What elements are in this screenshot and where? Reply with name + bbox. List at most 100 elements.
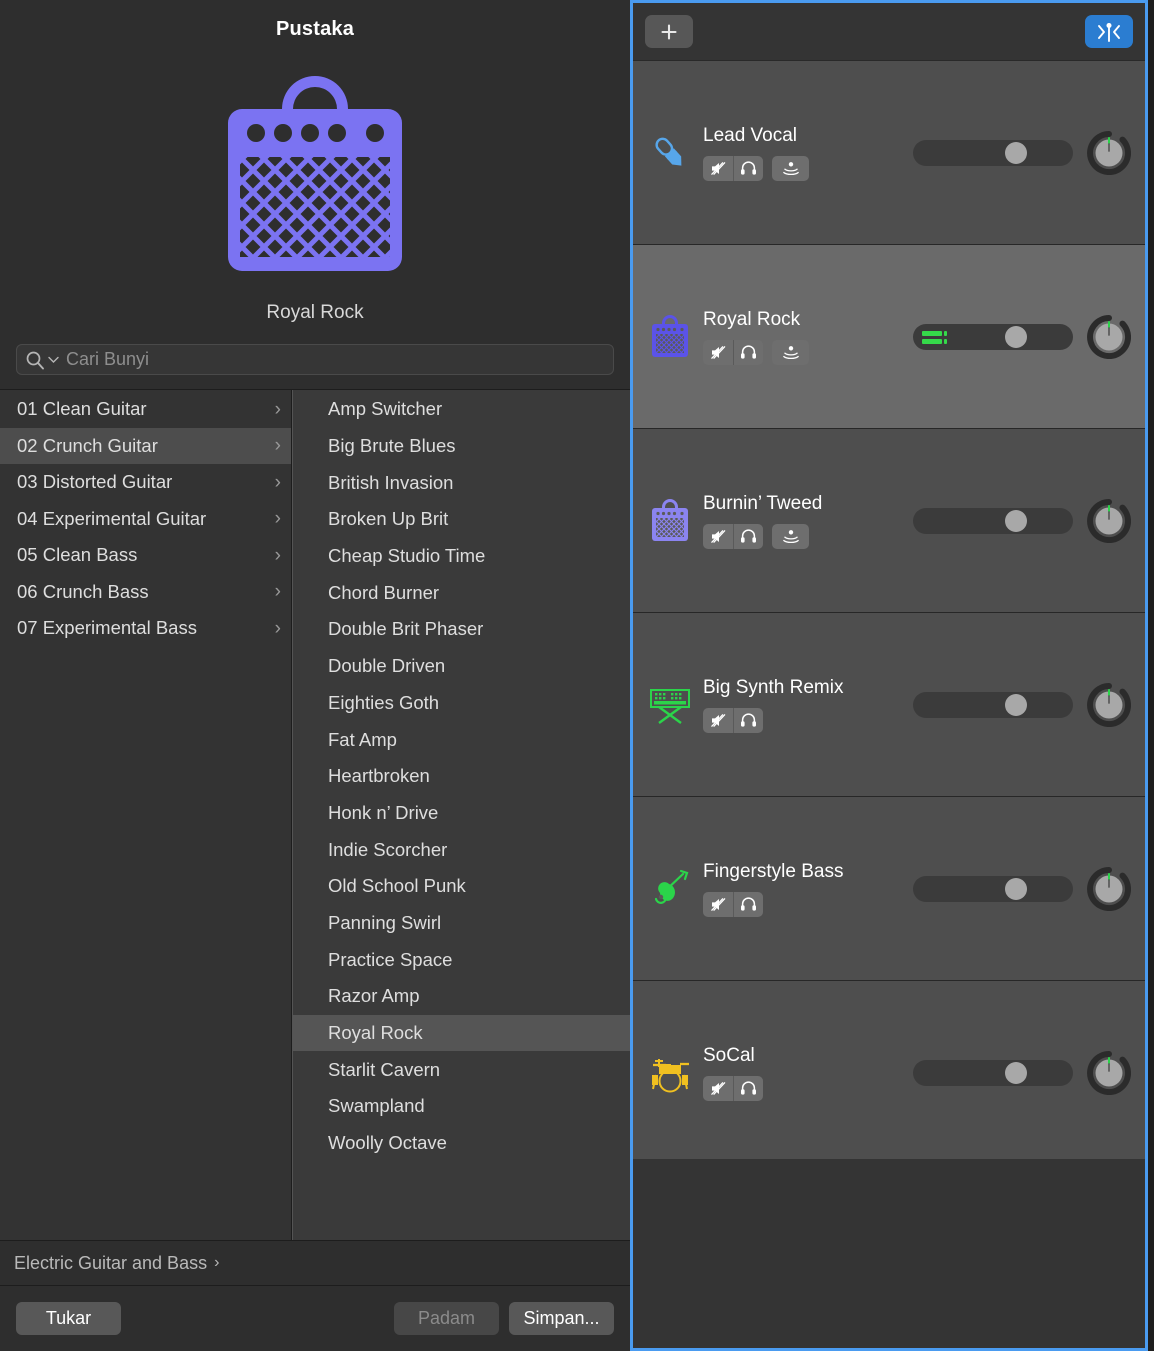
level-meter-row (922, 331, 947, 336)
merge-tracks-button[interactable] (1085, 15, 1133, 48)
track-row[interactable]: Big Synth Remix (633, 613, 1145, 797)
preset-row[interactable]: Big Brute Blues (293, 428, 630, 465)
chevron-down-icon[interactable] (48, 351, 59, 369)
pan-knob[interactable] (1087, 1051, 1131, 1095)
preset-row[interactable]: Double Driven (293, 648, 630, 685)
preset-row[interactable]: Eighties Goth (293, 685, 630, 722)
level-meter (922, 331, 947, 344)
volume-slider[interactable] (913, 508, 1073, 534)
search-icon[interactable] (25, 350, 45, 370)
volume-slider[interactable] (913, 140, 1073, 166)
breadcrumb-label[interactable]: Electric Guitar and Bass (14, 1253, 207, 1274)
swap-button[interactable]: Tukar (16, 1302, 121, 1335)
search-input[interactable] (62, 349, 605, 370)
category-row[interactable]: 06 Crunch Bass› (0, 574, 291, 611)
volume-slider[interactable] (913, 692, 1073, 718)
preset-row[interactable]: Honk n’ Drive (293, 795, 630, 832)
solo-button[interactable] (733, 340, 763, 365)
add-track-button[interactable] (645, 15, 693, 48)
preset-row[interactable]: Double Brit Phaser (293, 611, 630, 648)
chevron-right-icon[interactable]: › (275, 509, 281, 528)
pan-knob[interactable] (1087, 499, 1131, 543)
volume-slider-thumb[interactable] (1005, 694, 1027, 716)
track-row[interactable]: Burnin’ Tweed (633, 429, 1145, 613)
volume-slider-thumb[interactable] (1005, 142, 1027, 164)
category-row[interactable]: 07 Experimental Bass› (0, 610, 291, 647)
mute-button[interactable] (703, 524, 733, 549)
input-monitor-button[interactable] (772, 156, 809, 181)
preset-label: Double Driven (328, 655, 445, 677)
track-row[interactable]: Lead Vocal (633, 61, 1145, 245)
level-meter-bar (922, 339, 942, 344)
track-row[interactable]: SoCal (633, 981, 1145, 1159)
preset-row[interactable]: Indie Scorcher (293, 831, 630, 868)
volume-slider-thumb[interactable] (1005, 1062, 1027, 1084)
category-row[interactable]: 03 Distorted Guitar› (0, 464, 291, 501)
preset-row[interactable]: Amp Switcher (293, 391, 630, 428)
chevron-right-icon[interactable]: › (275, 546, 281, 565)
breadcrumb[interactable]: Electric Guitar and Bass › (0, 1241, 630, 1286)
pan-knob[interactable] (1087, 683, 1131, 727)
track-name: Burnin’ Tweed (703, 493, 911, 515)
preset-row[interactable]: Chord Burner (293, 574, 630, 611)
track-name: Lead Vocal (703, 125, 911, 147)
track-button-group (703, 1076, 911, 1101)
chevron-right-icon[interactable]: › (275, 473, 281, 492)
pan-knob[interactable] (1087, 315, 1131, 359)
input-monitor-button[interactable] (772, 340, 809, 365)
mute-button[interactable] (703, 1076, 733, 1101)
category-row[interactable]: 02 Crunch Guitar› (0, 428, 291, 465)
pan-knob[interactable] (1087, 131, 1131, 175)
solo-button[interactable] (733, 708, 763, 733)
preset-label: Swampland (328, 1095, 425, 1117)
category-column[interactable]: 01 Clean Guitar›02 Crunch Guitar›03 Dist… (0, 390, 292, 1240)
mute-button[interactable] (703, 708, 733, 733)
volume-slider-thumb[interactable] (1005, 510, 1027, 532)
pan-knob[interactable] (1087, 867, 1131, 911)
preset-row[interactable]: Razor Amp (293, 978, 630, 1015)
preset-row[interactable]: Heartbroken (293, 758, 630, 795)
input-monitor-button[interactable] (772, 524, 809, 549)
category-row[interactable]: 01 Clean Guitar› (0, 391, 291, 428)
preset-label: Cheap Studio Time (328, 545, 485, 567)
preset-row[interactable]: Broken Up Brit (293, 501, 630, 538)
level-meter-row (922, 339, 947, 344)
save-button[interactable]: Simpan... (509, 1302, 614, 1335)
category-row[interactable]: 05 Clean Bass› (0, 537, 291, 574)
track-row[interactable]: Royal Rock (633, 245, 1145, 429)
preset-row[interactable]: Practice Space (293, 941, 630, 978)
chevron-right-icon[interactable]: › (275, 582, 281, 601)
preset-row[interactable]: Woolly Octave (293, 1125, 630, 1162)
chevron-right-icon[interactable]: › (275, 619, 281, 638)
track-list[interactable]: Lead Vocal (633, 61, 1145, 1159)
mute-solo-segment (703, 524, 763, 549)
volume-slider-thumb[interactable] (1005, 878, 1027, 900)
chevron-right-icon[interactable]: › (275, 436, 281, 455)
preset-row[interactable]: British Invasion (293, 464, 630, 501)
solo-button[interactable] (733, 156, 763, 181)
delete-button[interactable]: Padam (394, 1302, 499, 1335)
volume-slider[interactable] (913, 876, 1073, 902)
solo-button[interactable] (733, 524, 763, 549)
preset-column[interactable]: Amp SwitcherBig Brute BluesBritish Invas… (292, 390, 630, 1240)
volume-slider[interactable] (913, 324, 1073, 350)
track-row[interactable]: Fingerstyle Bass (633, 797, 1145, 981)
preset-row[interactable]: Old School Punk (293, 868, 630, 905)
category-row[interactable]: 04 Experimental Guitar› (0, 501, 291, 538)
track-instrument-icon (643, 862, 697, 916)
preset-row[interactable]: Royal Rock (293, 1015, 630, 1052)
preset-row[interactable]: Starlit Cavern (293, 1051, 630, 1088)
mute-button[interactable] (703, 156, 733, 181)
solo-button[interactable] (733, 1076, 763, 1101)
preset-row[interactable]: Swampland (293, 1088, 630, 1125)
solo-button[interactable] (733, 892, 763, 917)
preset-row[interactable]: Panning Swirl (293, 905, 630, 942)
mute-button[interactable] (703, 340, 733, 365)
preset-row[interactable]: Cheap Studio Time (293, 538, 630, 575)
search-box[interactable] (16, 344, 614, 375)
volume-slider[interactable] (913, 1060, 1073, 1086)
volume-slider-thumb[interactable] (1005, 326, 1027, 348)
chevron-right-icon[interactable]: › (275, 400, 281, 419)
mute-button[interactable] (703, 892, 733, 917)
preset-row[interactable]: Fat Amp (293, 721, 630, 758)
